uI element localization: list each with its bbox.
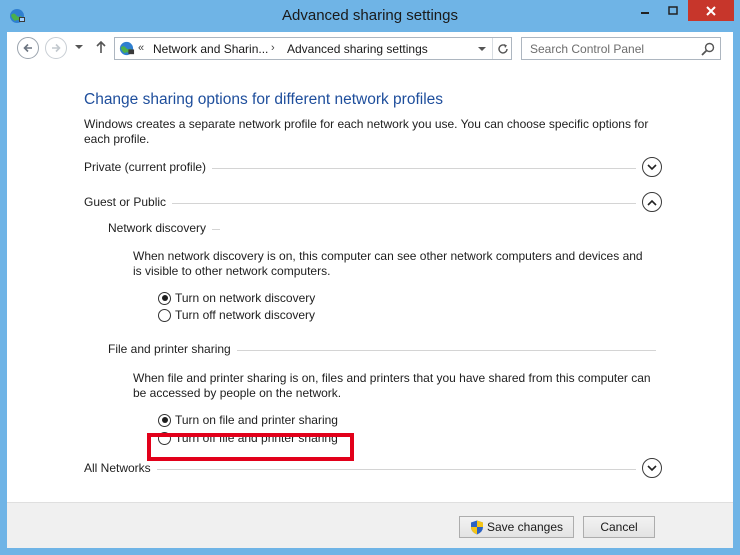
address-history-dropdown[interactable] [473, 38, 491, 59]
profile-all-networks-label: All Networks [84, 461, 157, 475]
radio-selected[interactable] [158, 291, 171, 305]
chevron-down-icon [478, 46, 486, 51]
address-bar[interactable]: « Network and Sharin... › Advanced shari… [114, 37, 512, 60]
expand-private-button[interactable] [642, 157, 662, 177]
collapse-guest-button[interactable] [642, 192, 662, 212]
divider [84, 469, 636, 470]
recent-locations-dropdown[interactable] [73, 40, 85, 54]
maximize-button[interactable] [660, 0, 686, 21]
chevron-down-icon [647, 163, 657, 170]
search-input[interactable]: Search Control Panel [530, 42, 644, 56]
search-icon[interactable] [700, 41, 716, 57]
save-changes-button[interactable]: Save changes [459, 516, 574, 538]
navigation-bar: « Network and Sharin... › Advanced shari… [7, 32, 733, 64]
up-button[interactable] [93, 38, 109, 56]
back-arrow-icon [23, 43, 32, 53]
network-discovery-title: Network discovery [108, 221, 213, 235]
radio-label: Turn on network discovery [175, 291, 316, 305]
profile-guest-header[interactable]: Guest or Public [84, 192, 662, 214]
profile-private-label: Private (current profile) [84, 160, 213, 174]
cancel-button[interactable]: Cancel [583, 516, 655, 538]
radio-turn-on-file-sharing[interactable]: Turn on file and printer sharing [158, 412, 338, 428]
refresh-button[interactable] [492, 38, 512, 59]
up-arrow-icon [96, 40, 106, 53]
breadcrumb-overflow[interactable]: « [138, 42, 144, 54]
uac-shield-icon [470, 520, 483, 534]
file-sharing-title: File and printer sharing [108, 342, 237, 356]
title-bar[interactable]: Advanced sharing settings [0, 0, 740, 32]
window-title: Advanced sharing settings [282, 7, 458, 24]
minimize-button[interactable] [632, 0, 658, 21]
radio-unselected[interactable] [158, 308, 171, 322]
breadcrumb-separator[interactable]: › [271, 42, 275, 54]
minimize-icon [641, 11, 649, 14]
chevron-down-icon [75, 45, 83, 49]
file-sharing-text: When file and printer sharing is on, fil… [133, 371, 651, 400]
chevron-up-icon [647, 199, 657, 206]
profile-guest-label: Guest or Public [84, 195, 173, 209]
main-content: Change sharing options for different net… [7, 64, 733, 502]
window: Advanced sharing settings « Network and … [0, 0, 740, 555]
expand-all-networks-button[interactable] [642, 458, 662, 478]
radio-network-discovery-on[interactable]: Turn on network discovery [158, 290, 315, 306]
profile-all-networks-header[interactable]: All Networks [84, 458, 662, 480]
profile-private-header[interactable]: Private (current profile) [84, 157, 662, 179]
save-changes-label: Save changes [486, 520, 564, 534]
refresh-icon [497, 43, 508, 54]
close-button[interactable] [688, 0, 734, 21]
forward-button[interactable] [45, 37, 67, 59]
network-discovery-header: Network discovery [108, 221, 656, 237]
radio-network-discovery-off[interactable]: Turn off network discovery [158, 307, 315, 323]
breadcrumb-network-and-sharing[interactable]: Network and Sharin... [153, 42, 268, 56]
page-description: Windows creates a separate network profi… [84, 117, 649, 146]
radio-label: Turn on file and printer sharing [175, 413, 338, 427]
footer-bar: Save changes Cancel [7, 502, 733, 548]
highlight-box [147, 433, 354, 461]
search-box[interactable]: Search Control Panel [521, 37, 721, 60]
file-sharing-header: File and printer sharing [108, 342, 656, 358]
radio-label: Turn off network discovery [175, 308, 316, 322]
breadcrumb-advanced-sharing[interactable]: Advanced sharing settings [287, 42, 428, 56]
radio-selected[interactable] [158, 413, 171, 427]
chevron-down-icon [647, 464, 657, 471]
close-icon [706, 5, 716, 16]
forward-arrow-icon [52, 43, 61, 53]
network-discovery-text: When network discovery is on, this compu… [133, 249, 643, 278]
cancel-label: Cancel [600, 520, 638, 534]
back-button[interactable] [17, 37, 39, 59]
network-globe-icon [119, 41, 135, 56]
client-area: « Network and Sharin... › Advanced shari… [7, 32, 733, 548]
maximize-icon [668, 5, 678, 15]
page-title: Change sharing options for different net… [84, 91, 444, 108]
